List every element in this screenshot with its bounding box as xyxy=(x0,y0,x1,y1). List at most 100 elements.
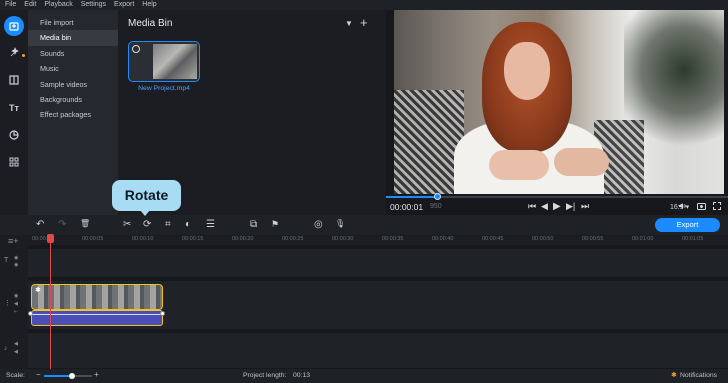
rotate-tooltip: Rotate xyxy=(112,180,181,211)
frame-count: 950 xyxy=(430,203,442,210)
next-frame-icon[interactable]: ▶| xyxy=(566,201,575,212)
snapshot-icon[interactable] xyxy=(697,202,706,212)
ruler-label: 00:00:10 xyxy=(132,236,154,242)
stickers-icon[interactable] xyxy=(4,125,24,145)
titles-icon[interactable]: Tт xyxy=(4,98,24,118)
playhead-handle[interactable] xyxy=(47,234,54,243)
music-track-icon: ♪ xyxy=(4,345,8,352)
cut-icon[interactable]: ✂ xyxy=(123,219,131,230)
prev-frame-icon[interactable]: ◀ xyxy=(541,201,548,212)
music-track[interactable] xyxy=(28,333,728,368)
category-effect-packages[interactable]: Effect packages xyxy=(28,107,118,122)
clip-effect-icon: ✱ xyxy=(35,287,41,294)
project-length-value: 00:13 xyxy=(293,372,311,379)
import-icon[interactable] xyxy=(4,16,24,36)
person-face xyxy=(504,42,550,100)
record-audio-icon[interactable]: 🎙 xyxy=(335,219,345,228)
category-list: File import Media bin Sounds Music Sampl… xyxy=(28,10,118,215)
marker-icon[interactable]: ⚑ xyxy=(271,219,279,230)
tooltip-arrow xyxy=(140,210,150,216)
menu-edit[interactable]: Edit xyxy=(24,0,36,10)
category-backgrounds[interactable]: Backgrounds xyxy=(28,92,118,107)
notifications-icon[interactable]: ✱ xyxy=(671,371,677,379)
video-track-icon: ⋮ xyxy=(4,300,11,307)
skip-start-icon[interactable]: ⏮ xyxy=(528,201,536,212)
media-file-name[interactable]: New Project.mp4 xyxy=(126,85,202,92)
track-header-column: ≡+ T ◉ ◉ ⋮ ◉ ◀ ⇠ ♪ ◀ ◀ xyxy=(0,235,28,369)
volume-line[interactable] xyxy=(32,314,161,315)
ruler-label: 00:00:45 xyxy=(482,236,504,242)
menu-help[interactable]: Help xyxy=(142,0,156,10)
link-icon[interactable]: ⇠ xyxy=(14,309,18,315)
more-tools-icon[interactable] xyxy=(4,152,24,172)
export-button[interactable]: Export xyxy=(655,218,720,232)
undo-icon[interactable]: ↶ xyxy=(36,219,44,230)
ruler-label: 00:00:35 xyxy=(382,236,404,242)
menu-bar: File Edit Playback Settings Export Help xyxy=(0,0,728,10)
add-track-icon[interactable]: ≡+ xyxy=(8,236,19,246)
ruler-label: 00:00:25 xyxy=(282,236,304,242)
new-badge-dot xyxy=(22,54,25,57)
clip-end-handle[interactable] xyxy=(160,311,165,316)
tool-rail: Tт xyxy=(0,10,28,215)
lock-icon[interactable]: ◉ xyxy=(14,262,18,268)
magic-wand-icon[interactable] xyxy=(4,42,24,62)
category-sounds[interactable]: Sounds xyxy=(28,46,118,61)
speaker-icon[interactable]: ◀ xyxy=(14,301,18,307)
check-icon: ✓ xyxy=(190,72,196,79)
speaker-icon[interactable]: ◀ xyxy=(14,341,18,347)
menu-playback[interactable]: Playback xyxy=(44,0,72,10)
record-video-icon[interactable]: ◎ xyxy=(314,219,323,230)
play-icon[interactable]: ▶ xyxy=(553,201,561,212)
person-arm xyxy=(554,148,609,176)
project-length-label: Project length: xyxy=(243,372,287,379)
media-thumbnail[interactable]: ✓ xyxy=(128,41,200,82)
notifications-label[interactable]: Notifications xyxy=(680,372,717,379)
seek-handle[interactable] xyxy=(434,193,442,200)
color-adjust-icon[interactable]: ◐ xyxy=(185,219,191,230)
plant-decor xyxy=(624,10,724,160)
menu-file[interactable]: File xyxy=(5,0,16,10)
menu-export[interactable]: Export xyxy=(114,0,134,10)
zoom-out-icon[interactable]: − xyxy=(36,370,41,379)
scale-slider[interactable] xyxy=(44,373,92,379)
skip-end-icon[interactable]: ⏭ xyxy=(581,201,589,212)
volume-icon[interactable] xyxy=(678,202,687,212)
clip-start-handle[interactable] xyxy=(28,311,33,316)
zoom-in-icon[interactable]: + xyxy=(94,370,99,379)
edit-toolbar: ↶ ↷ 🗑 ✂ ⟳ ⌗ ◐ ☰ ⧉ ⚑ ◎ 🎙 xyxy=(0,215,728,235)
eye-icon[interactable]: ◉ xyxy=(14,255,18,261)
fullscreen-icon[interactable] xyxy=(713,202,721,212)
status-bar: Scale: − + Project length: 00:13 ✱ Notif… xyxy=(0,369,728,383)
person-arm xyxy=(489,150,549,180)
rotate-icon[interactable]: ⟳ xyxy=(143,219,151,230)
transitions-icon[interactable] xyxy=(4,70,24,90)
current-time: 00:00:01 xyxy=(390,202,424,212)
overlay-icon[interactable]: ⧉ xyxy=(250,219,257,230)
crop-icon[interactable]: ⌗ xyxy=(165,219,171,230)
title-track[interactable] xyxy=(28,249,728,277)
delete-icon[interactable]: 🗑 xyxy=(80,219,90,228)
ruler-label: 00:00:50 xyxy=(532,236,554,242)
category-file-import[interactable]: File import xyxy=(28,15,118,30)
clip-properties-icon[interactable]: ☰ xyxy=(206,219,215,230)
timeline-ruler[interactable]: 00:00:00 00:00:05 00:00:10 00:00:15 00:0… xyxy=(28,235,728,245)
category-sample-videos[interactable]: Sample videos xyxy=(28,77,118,92)
video-preview[interactable] xyxy=(394,10,724,194)
category-music[interactable]: Music xyxy=(28,61,118,76)
category-media-bin[interactable]: Media bin xyxy=(28,30,118,46)
seek-bar[interactable] xyxy=(386,193,728,200)
scale-slider-handle[interactable] xyxy=(68,373,75,379)
seek-progress xyxy=(386,196,438,198)
speaker-icon[interactable]: ◀ xyxy=(14,349,18,355)
eye-icon[interactable]: ◉ xyxy=(14,293,18,299)
scale-label: Scale: xyxy=(6,372,25,379)
add-media-icon[interactable]: + xyxy=(360,15,368,30)
redo-icon[interactable]: ↷ xyxy=(58,219,66,230)
filter-icon[interactable]: ▼ xyxy=(345,19,353,28)
playhead-line[interactable] xyxy=(50,236,51,369)
scale-slider-fill xyxy=(44,375,72,377)
media-bin-title: Media Bin xyxy=(128,18,173,29)
menu-settings[interactable]: Settings xyxy=(81,0,106,10)
title-track-icon: T xyxy=(4,257,9,264)
